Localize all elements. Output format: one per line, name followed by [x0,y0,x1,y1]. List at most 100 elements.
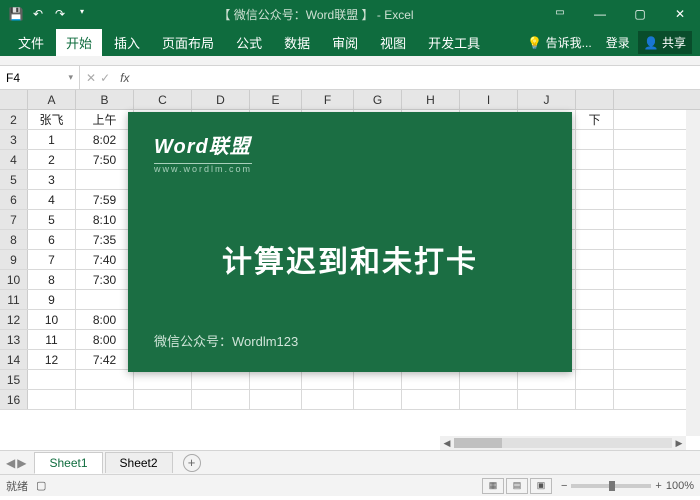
cell[interactable] [302,370,354,389]
cell[interactable] [518,390,576,409]
tab-file[interactable]: 文件 [8,29,54,56]
tab-review[interactable]: 审阅 [322,29,368,56]
cell[interactable] [576,130,614,149]
row-header[interactable]: 4 [0,150,28,169]
cell[interactable] [76,370,134,389]
cell[interactable]: 上午 [76,110,134,129]
row-header[interactable]: 6 [0,190,28,209]
col-header-A[interactable]: A [28,90,76,109]
row-header[interactable]: 12 [0,310,28,329]
cell[interactable] [28,370,76,389]
cell[interactable] [576,370,614,389]
row-header[interactable]: 8 [0,230,28,249]
cell[interactable] [192,370,250,389]
cell[interactable] [250,370,302,389]
cell[interactable]: 7:35 [76,230,134,249]
tab-data[interactable]: 数据 [274,29,320,56]
cell[interactable] [576,390,614,409]
row-header[interactable]: 14 [0,350,28,369]
macro-record-icon[interactable]: ▢ [36,479,46,492]
cell[interactable]: 12 [28,350,76,369]
col-header-extra[interactable] [576,90,614,109]
col-header-G[interactable]: G [354,90,402,109]
row-header[interactable]: 15 [0,370,28,389]
cell[interactable]: 8:10 [76,210,134,229]
cell[interactable] [576,310,614,329]
zoom-in-icon[interactable]: + [655,480,661,492]
cell[interactable]: 7:30 [76,270,134,289]
cell[interactable] [576,290,614,309]
view-normal-icon[interactable]: ▦ [482,478,504,494]
col-header-C[interactable]: C [134,90,192,109]
cell[interactable] [134,370,192,389]
sheet-nav-prev-icon[interactable]: ◀ [6,456,15,470]
cell[interactable] [576,250,614,269]
tell-me[interactable]: 💡 告诉我... [521,32,597,53]
spreadsheet-grid[interactable]: ABCDEFGHIJ 2张飞上午上班情况下318:020427:50953647… [0,90,700,450]
row-header[interactable]: 16 [0,390,28,409]
sheet-tab-1[interactable]: Sheet1 [34,452,102,474]
scroll-right-icon[interactable]: ▶ [672,438,686,449]
cell[interactable]: 4 [28,190,76,209]
fx-icon[interactable]: fx [116,71,133,85]
cell[interactable]: 11 [28,330,76,349]
cell[interactable]: 7:42 [76,350,134,369]
cell[interactable] [518,370,576,389]
cell[interactable]: 1 [28,130,76,149]
close-icon[interactable]: ✕ [660,7,700,21]
scroll-thumb[interactable] [454,438,502,448]
cancel-icon[interactable]: ✕ [86,71,96,85]
ribbon-options-icon[interactable]: ▭ [540,7,580,21]
tab-insert[interactable]: 插入 [104,29,150,56]
sheet-tab-2[interactable]: Sheet2 [105,452,173,473]
cell[interactable] [576,210,614,229]
share-button[interactable]: 👤 共享 [638,31,692,54]
col-header-E[interactable]: E [250,90,302,109]
qat-customize-icon[interactable]: ▾ [72,7,92,21]
save-icon[interactable]: 💾 [6,7,26,21]
redo-icon[interactable]: ↷ [50,7,70,21]
cell[interactable] [576,230,614,249]
undo-icon[interactable]: ↶ [28,7,48,21]
cell[interactable] [576,350,614,369]
cell[interactable] [76,290,134,309]
cell[interactable] [402,370,460,389]
row-header[interactable]: 3 [0,130,28,149]
cell[interactable]: 10 [28,310,76,329]
zoom-level[interactable]: 100% [666,480,694,492]
cell[interactable]: 7:40 [76,250,134,269]
cell[interactable]: 7 [28,250,76,269]
col-header-B[interactable]: B [76,90,134,109]
vertical-scrollbar[interactable] [686,110,700,436]
cell[interactable] [134,390,192,409]
select-all-corner[interactable] [0,90,28,109]
minimize-icon[interactable]: — [580,7,620,21]
zoom-out-icon[interactable]: − [561,480,567,492]
cell[interactable]: 9 [28,290,76,309]
cell[interactable]: 7:50 [76,150,134,169]
row-header[interactable]: 13 [0,330,28,349]
name-box[interactable]: F4 [0,66,80,89]
view-pagebreak-icon[interactable]: ▣ [530,478,552,494]
cell[interactable]: 3 [28,170,76,189]
col-header-I[interactable]: I [460,90,518,109]
cell[interactable]: 8:02 [76,130,134,149]
cell[interactable] [302,390,354,409]
row-header[interactable]: 2 [0,110,28,129]
cell[interactable] [192,390,250,409]
scroll-left-icon[interactable]: ◀ [440,438,454,449]
cell[interactable] [576,270,614,289]
login-button[interactable]: 登录 [600,32,636,53]
tab-formula[interactable]: 公式 [226,29,272,56]
cell[interactable]: 8 [28,270,76,289]
cell[interactable]: 下 [576,110,614,129]
cell[interactable] [576,150,614,169]
row-header[interactable]: 9 [0,250,28,269]
cell[interactable] [460,370,518,389]
maximize-icon[interactable]: ▢ [620,7,660,21]
tab-dev[interactable]: 开发工具 [418,29,490,56]
cell[interactable] [460,390,518,409]
sheet-nav-next-icon[interactable]: ▶ [17,456,26,470]
add-sheet-button[interactable]: + [183,454,201,472]
horizontal-scrollbar[interactable]: ◀ ▶ [440,436,686,450]
